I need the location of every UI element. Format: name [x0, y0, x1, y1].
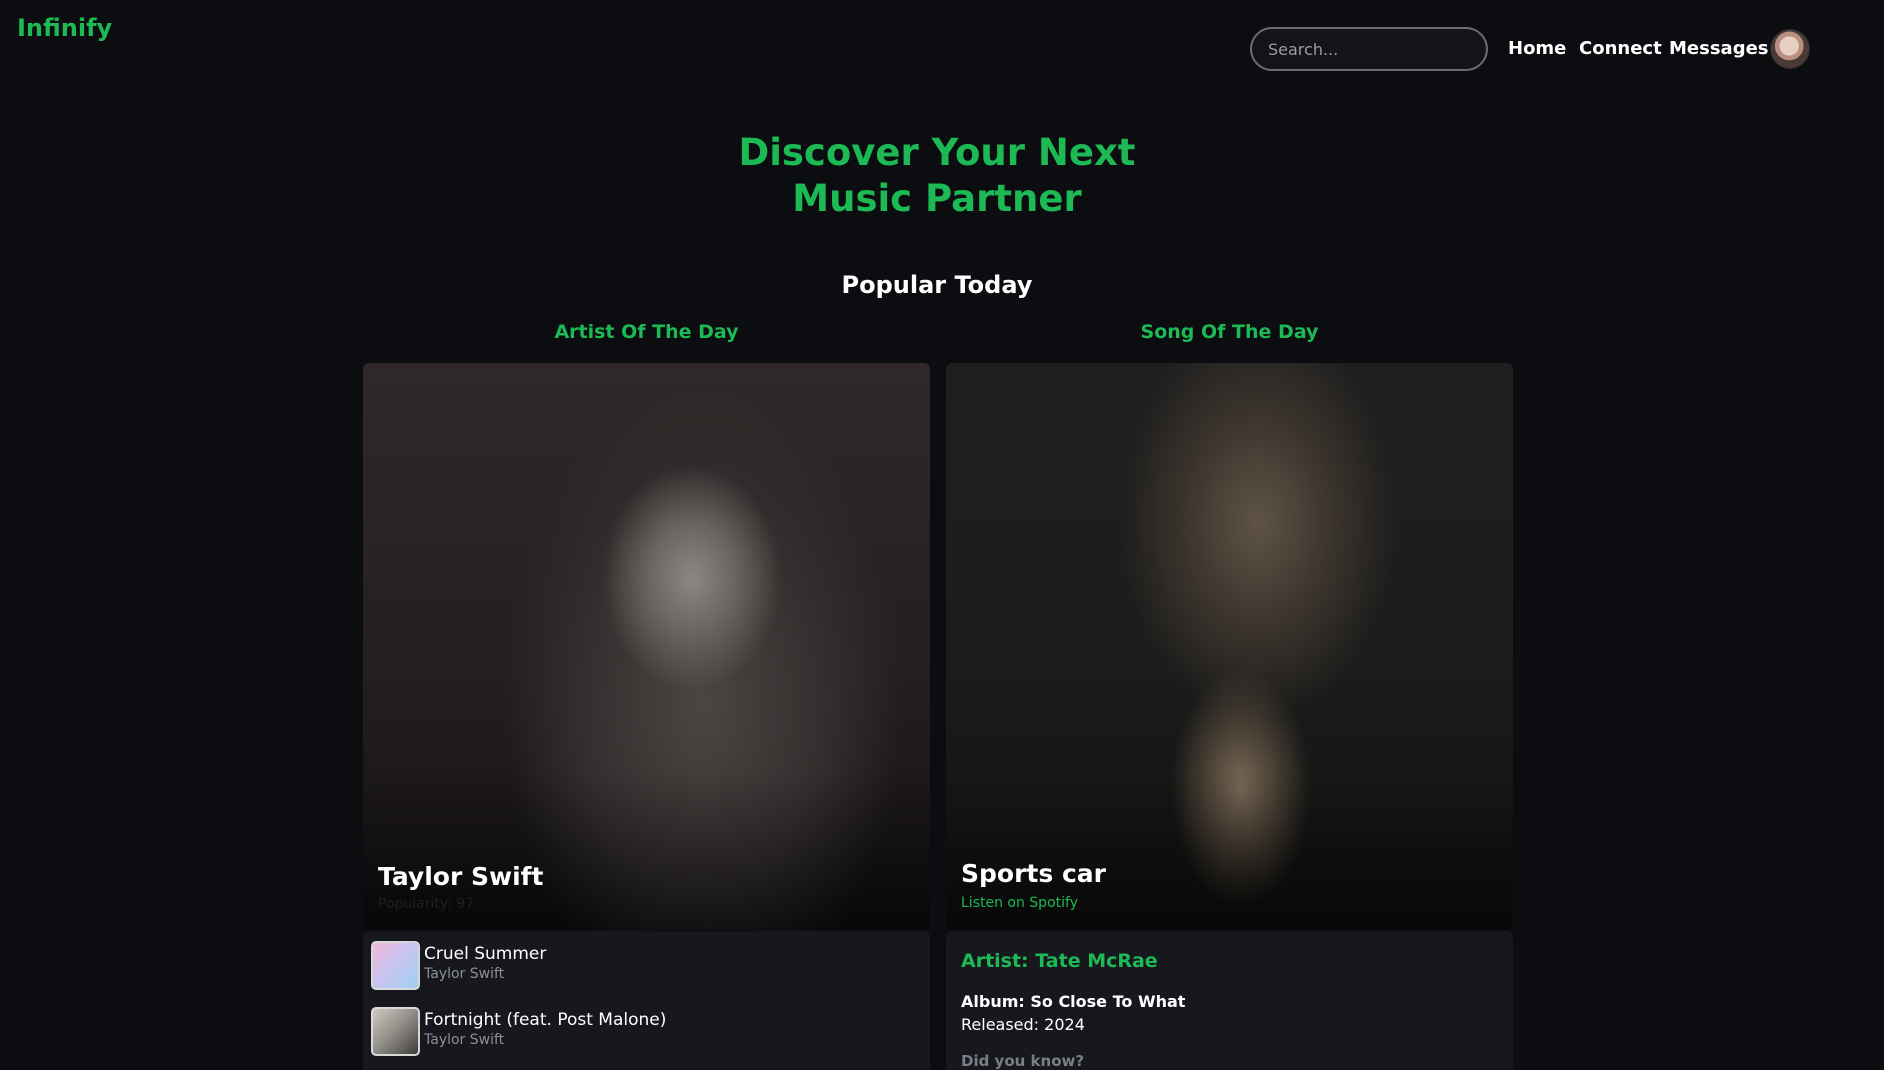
- artist-name: Taylor Swift: [378, 862, 544, 891]
- album-cover-thumbnail: [371, 941, 420, 990]
- hero-line-2: Music Partner: [792, 177, 1082, 220]
- artist-top-tracks-panel: Cruel Summer Taylor Swift Fortnight (fea…: [363, 931, 930, 1070]
- listen-on-spotify-link[interactable]: Listen on Spotify: [961, 895, 1078, 911]
- album-cover-thumbnail: [371, 1007, 420, 1056]
- song-of-day-heading: Song Of The Day: [1140, 321, 1319, 343]
- track-artist: Taylor Swift: [424, 1032, 505, 1048]
- track-text: Cruel Summer Taylor Swift: [424, 941, 546, 983]
- song-released: Released: 2024: [961, 1015, 1085, 1034]
- did-you-know-heading: Did you know?: [961, 1052, 1085, 1070]
- nav-messages-link[interactable]: Messages: [1669, 38, 1769, 59]
- song-info-panel: Artist: Tate McRae Album: So Close To Wh…: [946, 931, 1513, 1070]
- list-item[interactable]: Fortnight (feat. Post Malone) Taylor Swi…: [371, 1007, 666, 1056]
- nav-home-link[interactable]: Home: [1508, 38, 1566, 59]
- song-card[interactable]: Sports car Listen on Spotify: [946, 363, 1513, 930]
- artist-of-day-heading: Artist Of The Day: [554, 321, 739, 343]
- section-title: Popular Today: [841, 271, 1033, 299]
- hero-heading: Discover Your Next Music Partner: [0, 130, 1874, 222]
- artist-popularity: Popularity: 97: [378, 896, 475, 912]
- list-item[interactable]: Cruel Summer Taylor Swift: [371, 941, 546, 990]
- track-artist: Taylor Swift: [424, 966, 505, 982]
- track-name: Cruel Summer: [424, 944, 547, 964]
- search-input[interactable]: [1250, 27, 1488, 71]
- hero-line-1: Discover Your Next: [738, 131, 1136, 174]
- track-text: Fortnight (feat. Post Malone) Taylor Swi…: [424, 1007, 666, 1049]
- track-name: Fortnight (feat. Post Malone): [424, 1010, 667, 1030]
- user-avatar[interactable]: [1770, 29, 1810, 69]
- nav-connect-link[interactable]: Connect: [1579, 38, 1662, 59]
- artist-card[interactable]: Taylor Swift Popularity: 97: [363, 363, 930, 930]
- song-title: Sports car: [961, 859, 1106, 888]
- song-album: Album: So Close To What: [961, 992, 1186, 1011]
- song-artist: Artist: Tate McRae: [961, 950, 1158, 972]
- brand-logo[interactable]: Infinify: [17, 14, 112, 42]
